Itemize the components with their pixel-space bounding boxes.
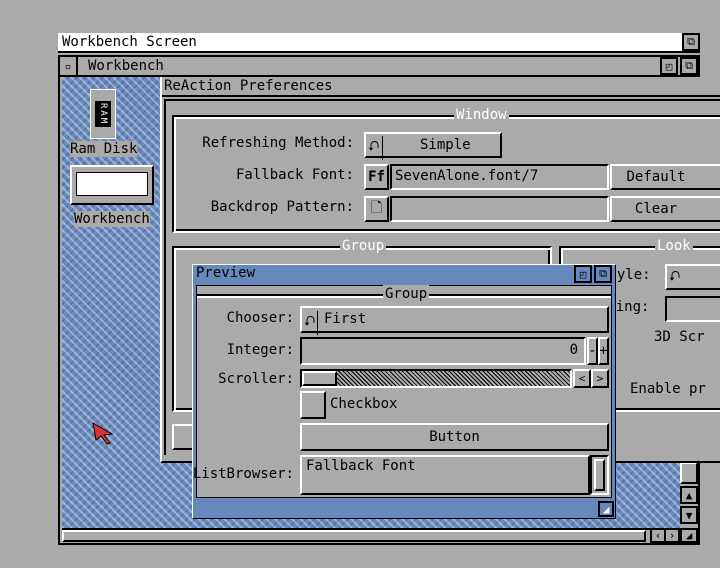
workbench-title-bar[interactable]: ▫ Workbench ◰ ⧉ [60, 57, 698, 77]
integer-label: Integer: [226, 342, 294, 358]
scroll-right-button[interactable]: > [591, 369, 609, 388]
increment-button[interactable]: + [598, 337, 609, 365]
refresh-chooser[interactable]: ⮏ Simple [364, 132, 502, 160]
checkbox[interactable] [300, 391, 326, 419]
backdrop-label: Backdrop Pattern: [210, 199, 354, 215]
prefs-title-bar[interactable]: ReAction Preferences [162, 77, 720, 97]
vertical-scroller-knob[interactable] [680, 462, 698, 484]
ram-disk-label[interactable]: Ram Disk [70, 141, 138, 157]
decrement-button[interactable]: - [587, 337, 598, 365]
refresh-label: Refreshing Method: [202, 135, 354, 151]
listbrowser-label: ListBrowser: [192, 466, 294, 482]
minus-icon: - [588, 343, 597, 359]
preview-title: Preview [196, 265, 256, 281]
horizontal-scrollbar[interactable]: ‹ › ◢ [62, 528, 698, 543]
zoom-icon[interactable]: ◰ [574, 265, 592, 283]
integer-value: 0 [569, 342, 578, 358]
scroll-right-icon[interactable]: › [664, 528, 680, 543]
file-requester-button[interactable]: 🗋 [364, 196, 389, 222]
clear-button[interactable]: Clear [610, 196, 720, 222]
chooser-label: Chooser: [226, 310, 294, 326]
horizontal-scroller-knob[interactable] [62, 530, 646, 542]
button[interactable]: Button [300, 423, 609, 451]
ram-disk-icon[interactable]: RAM [90, 89, 116, 139]
vertical-scrollbar[interactable]: ▲ ▼ [680, 462, 698, 528]
screen-title-bar[interactable]: Workbench Screen ⧉ [58, 33, 700, 53]
size-icon[interactable]: ◢ [680, 528, 698, 543]
size-icon[interactable]: ◢ [598, 501, 614, 517]
zoom-icon[interactable]: ◰ [660, 57, 678, 75]
depth-icon[interactable]: ⧉ [594, 265, 612, 283]
scroll-up-icon[interactable]: ▲ [680, 486, 698, 504]
preview-title-bar[interactable]: Preview ◰ ⧉ [193, 265, 615, 284]
preview-window: Preview ◰ ⧉ Group Chooser: ⮏ First Integ… [192, 264, 616, 519]
left-arrow-icon: < [578, 372, 586, 385]
default-label: Default [626, 169, 686, 185]
file-icon: 🗋 [370, 200, 383, 216]
look-title: Look [655, 237, 693, 255]
group-title: Group [340, 237, 387, 255]
font-icon: Ff [368, 169, 385, 185]
screen-3d-label: 3D Scr [654, 329, 705, 345]
scroll-down-icon[interactable]: ▼ [680, 506, 698, 524]
depth-icon[interactable]: ⧉ [680, 57, 698, 75]
workbench-disk-label[interactable]: Workbench [74, 211, 150, 227]
window-group-title: Window [454, 106, 509, 124]
listbrowser-scrollbar[interactable] [590, 455, 609, 495]
chooser[interactable]: ⮏ First [300, 306, 609, 335]
scroller[interactable] [300, 369, 572, 388]
clear-label: Clear [634, 201, 678, 217]
backdrop-field[interactable] [390, 196, 609, 222]
font-label: Fallback Font: [235, 167, 354, 183]
close-icon[interactable]: ▫ [60, 57, 78, 75]
chooser-icon: ⮏ [368, 136, 384, 160]
screen-title: Workbench Screen [62, 34, 197, 50]
scroller-label: Scroller: [218, 371, 294, 387]
plus-icon: + [599, 343, 608, 359]
chooser-value: First [324, 311, 367, 327]
right-arrow-icon: > [596, 372, 604, 385]
integer-field[interactable]: 0 [300, 337, 586, 365]
style-chooser[interactable]: ⮏ [665, 264, 720, 290]
mouse-pointer-icon [92, 422, 114, 445]
list-scroller-knob[interactable] [594, 459, 605, 491]
chooser-icon: ⮏ [669, 269, 681, 285]
font-value: SevenAlone.font/7 [395, 168, 539, 184]
workbench-title: Workbench [88, 58, 164, 74]
font-requester-button[interactable]: Ff [364, 164, 389, 190]
listbrowser[interactable]: Fallback Font [300, 455, 590, 495]
font-field[interactable]: SevenAlone.font/7 [390, 164, 609, 190]
default-button[interactable]: Default [610, 164, 720, 190]
chooser-icon: ⮏ [304, 311, 319, 335]
ram-chip: RAM [95, 100, 111, 128]
enable-label: Enable pr [630, 381, 706, 397]
scroll-left-button[interactable]: < [573, 369, 591, 388]
refresh-value: Simple [420, 137, 471, 153]
prefs-title: ReAction Preferences [164, 78, 333, 94]
preview-group-title: Group [383, 285, 430, 303]
workbench-disk-icon[interactable] [70, 165, 154, 205]
list-item[interactable]: Fallback Font [306, 458, 584, 474]
scroller-knob[interactable] [302, 371, 337, 386]
checkbox-label[interactable]: Checkbox [330, 396, 397, 412]
spacing-field[interactable] [665, 296, 720, 322]
screen-depth-icon[interactable]: ⧉ [682, 33, 700, 51]
button-label: Button [429, 429, 480, 445]
